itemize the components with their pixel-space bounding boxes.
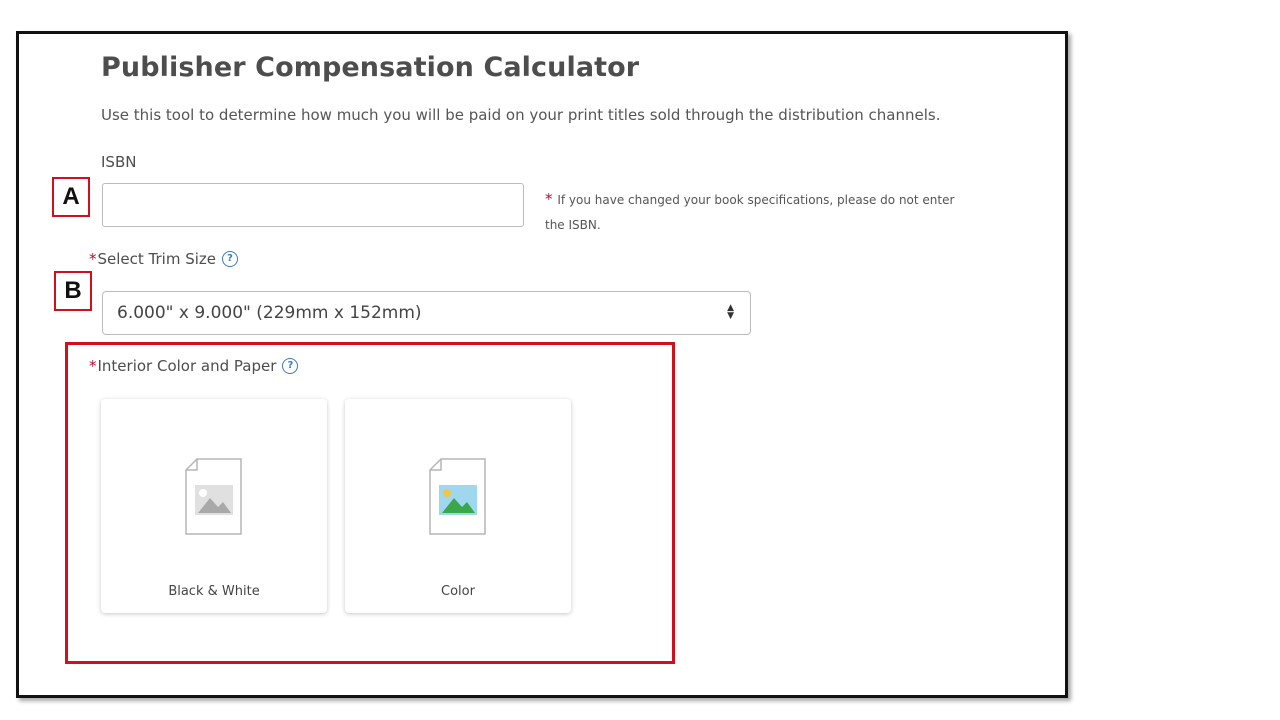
- trim-size-select[interactable]: 6.000" x 9.000" (229mm x 152mm) ▲ ▼: [102, 291, 751, 335]
- trim-size-label: *Select Trim Size?: [89, 250, 239, 268]
- isbn-input[interactable]: [102, 183, 524, 227]
- select-arrows-icon: ▲ ▼: [727, 303, 734, 321]
- interior-highlight-box: [65, 342, 675, 664]
- trim-size-selected-value: 6.000" x 9.000" (229mm x 152mm): [117, 303, 422, 323]
- annotation-marker-b: B: [54, 271, 92, 311]
- help-icon[interactable]: ?: [222, 250, 239, 267]
- isbn-note: * If you have changed your book specific…: [545, 187, 975, 238]
- isbn-label-text: ISBN: [101, 153, 137, 171]
- trim-size-label-text: Select Trim Size: [97, 250, 217, 268]
- page-title: Publisher Compensation Calculator: [101, 52, 640, 83]
- annotation-marker-a: A: [52, 177, 90, 217]
- isbn-note-marker: *: [545, 190, 553, 208]
- required-marker: *: [89, 250, 97, 268]
- isbn-note-text: If you have changed your book specificat…: [545, 193, 955, 232]
- isbn-label: ISBN: [101, 153, 136, 171]
- page-description: Use this tool to determine how much you …: [101, 106, 941, 124]
